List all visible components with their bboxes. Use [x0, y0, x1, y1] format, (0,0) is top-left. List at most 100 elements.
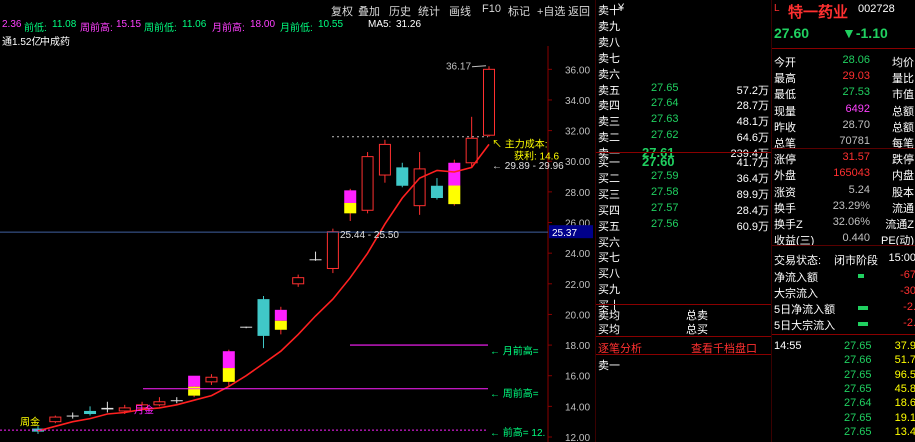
stock-header: L 特一药业 002728: [772, 2, 915, 20]
candle-body-lower[interactable]: [274, 320, 287, 330]
buy-price[interactable]: 27.56: [651, 218, 679, 230]
quote-field-value: 32.06%: [832, 216, 870, 228]
toolbar-item-5[interactable]: F10: [482, 3, 501, 15]
tick-row: 27.65 19.1: [772, 411, 915, 426]
buy-row[interactable]: 买八: [596, 264, 771, 280]
month-prev-low-value: 10.55: [318, 19, 344, 30]
toolbar-item-2[interactable]: 历史: [389, 3, 411, 19]
stock-name[interactable]: 特一药业: [788, 2, 848, 20]
buy-price[interactable]: 27.58: [651, 186, 679, 198]
candle-body[interactable]: [257, 299, 270, 336]
candle-body[interactable]: [84, 410, 97, 415]
sell-price[interactable]: 27.63: [651, 113, 679, 125]
candle-body[interactable]: [205, 376, 218, 383]
buy-row[interactable]: 买三 27.58 89.9万: [596, 185, 771, 201]
sell-row[interactable]: 卖四 27.64 28.7万: [596, 96, 771, 112]
trade-status-row: 交易状态: 闭市阶段 15:00: [772, 251, 915, 266]
candle-body[interactable]: [483, 68, 495, 136]
candle-body[interactable]: [101, 407, 114, 410]
buy-label: 买一: [598, 157, 620, 169]
sell-row[interactable]: 卖二 27.62 64.6万: [596, 128, 771, 144]
buy-price[interactable]: 27.60: [642, 154, 675, 169]
last-price: 27.60: [774, 25, 810, 41]
candle-body[interactable]: [240, 326, 253, 328]
sell-price[interactable]: 27.62: [651, 129, 679, 141]
candle-body[interactable]: [222, 351, 235, 369]
y-tick-label: 18.00: [565, 341, 590, 352]
candle-body[interactable]: [448, 162, 461, 186]
flow-row: 5日大宗流入 -2.: [772, 316, 915, 331]
quote-row: 涨资 5.24 股本: [772, 183, 915, 198]
candle-body[interactable]: [326, 231, 339, 269]
toolbar-item-7[interactable]: +自选: [537, 3, 565, 19]
buy-row[interactable]: 买五 27.56 60.9万: [596, 217, 771, 233]
buy-volume: 28.4万: [736, 204, 769, 217]
buy-row[interactable]: 买四 27.57 28.4万: [596, 201, 771, 217]
sell-row[interactable]: 卖九: [596, 17, 771, 33]
sell-row[interactable]: 卖七: [596, 49, 771, 65]
candle-body[interactable]: [344, 190, 357, 203]
candle-body[interactable]: [66, 415, 79, 417]
candlestick-chart[interactable]: 36.0034.0032.0030.0028.0026.0024.0022.00…: [0, 46, 594, 442]
sell-row[interactable]: 卖八: [596, 33, 771, 49]
candle-body-lower[interactable]: [344, 202, 357, 214]
buy-row[interactable]: 买二 27.59 36.4万: [596, 169, 771, 185]
toolbar-item-6[interactable]: 标记: [508, 3, 530, 19]
sell-row[interactable]: 卖五 27.65 57.2万: [596, 81, 771, 97]
candle-body[interactable]: [118, 407, 131, 412]
candle-body[interactable]: [188, 375, 201, 387]
quote-divider: [772, 334, 915, 335]
tick-price: 27.65: [844, 382, 872, 395]
candle-body[interactable]: [309, 259, 322, 261]
toolbar-item-1[interactable]: 叠加: [358, 3, 380, 19]
buy-row[interactable]: 买九: [596, 280, 771, 296]
toolbar-item-3[interactable]: 统计: [418, 3, 440, 19]
buy-row[interactable]: 买六: [596, 233, 771, 249]
tick-volume: 13.4: [894, 425, 915, 438]
quote-divider: [772, 148, 915, 150]
price-row: 27.60 ▼-1.10: [772, 24, 915, 42]
candle-body-lower[interactable]: [188, 386, 201, 396]
candle-body-lower[interactable]: [448, 185, 461, 205]
candle-body[interactable]: [361, 156, 374, 211]
sell-row[interactable]: 卖六: [596, 65, 771, 81]
quote-field-label-2: 内盘: [892, 170, 914, 182]
candle-body[interactable]: [170, 400, 183, 402]
candle-body[interactable]: [292, 277, 305, 285]
buy-label: 买七: [598, 252, 620, 265]
candle-body[interactable]: [153, 401, 166, 406]
quote-field-label: 今开: [774, 57, 796, 68]
candle-body[interactable]: [465, 137, 478, 164]
sell-price[interactable]: 27.64: [651, 97, 679, 109]
candle-body-lower[interactable]: [222, 368, 235, 382]
flow-label: 5日大宗流入: [774, 320, 836, 331]
candle-body[interactable]: [378, 143, 391, 176]
month-prev-high-annotation: ← 月前高=: [490, 344, 539, 357]
candle-body[interactable]: [430, 185, 443, 199]
month-gold-label: 月金: [134, 403, 154, 416]
tick-volume: 19.1: [894, 411, 915, 424]
quote-field-label: 总笔: [774, 138, 796, 149]
y-tick-label: 36.00: [565, 65, 590, 76]
sell-row[interactable]: 卖三 27.63 48.1万: [596, 112, 771, 128]
candle-body[interactable]: [274, 309, 287, 321]
candle-body[interactable]: [49, 416, 62, 423]
sell-row[interactable]: 卖十 ¥: [596, 1, 771, 17]
candle-body[interactable]: [413, 168, 426, 207]
tick-price: 27.66: [844, 354, 872, 367]
y-tick-label: 14.00: [565, 402, 590, 413]
buy-price[interactable]: 27.57: [651, 202, 679, 214]
buy-row[interactable]: 买七: [596, 248, 771, 264]
quote-field-value: 23.29%: [832, 199, 870, 212]
sell-volume: 48.1万: [736, 116, 769, 129]
sell-price[interactable]: 27.65: [651, 82, 679, 94]
sell-label: 卖九: [598, 20, 620, 33]
toolbar-item-8[interactable]: 返回: [568, 3, 590, 19]
quote-row: 涨停 31.57 跌停: [772, 150, 915, 165]
toolbar-item-4[interactable]: 画线: [449, 3, 471, 19]
toolbar-item-0[interactable]: 复权: [331, 3, 353, 19]
buy-row[interactable]: 买一 27.60 41.7万: [596, 153, 771, 169]
buy-price[interactable]: 27.59: [651, 170, 679, 182]
candle-body[interactable]: [396, 167, 409, 186]
buy-volume: 36.4万: [736, 172, 769, 185]
